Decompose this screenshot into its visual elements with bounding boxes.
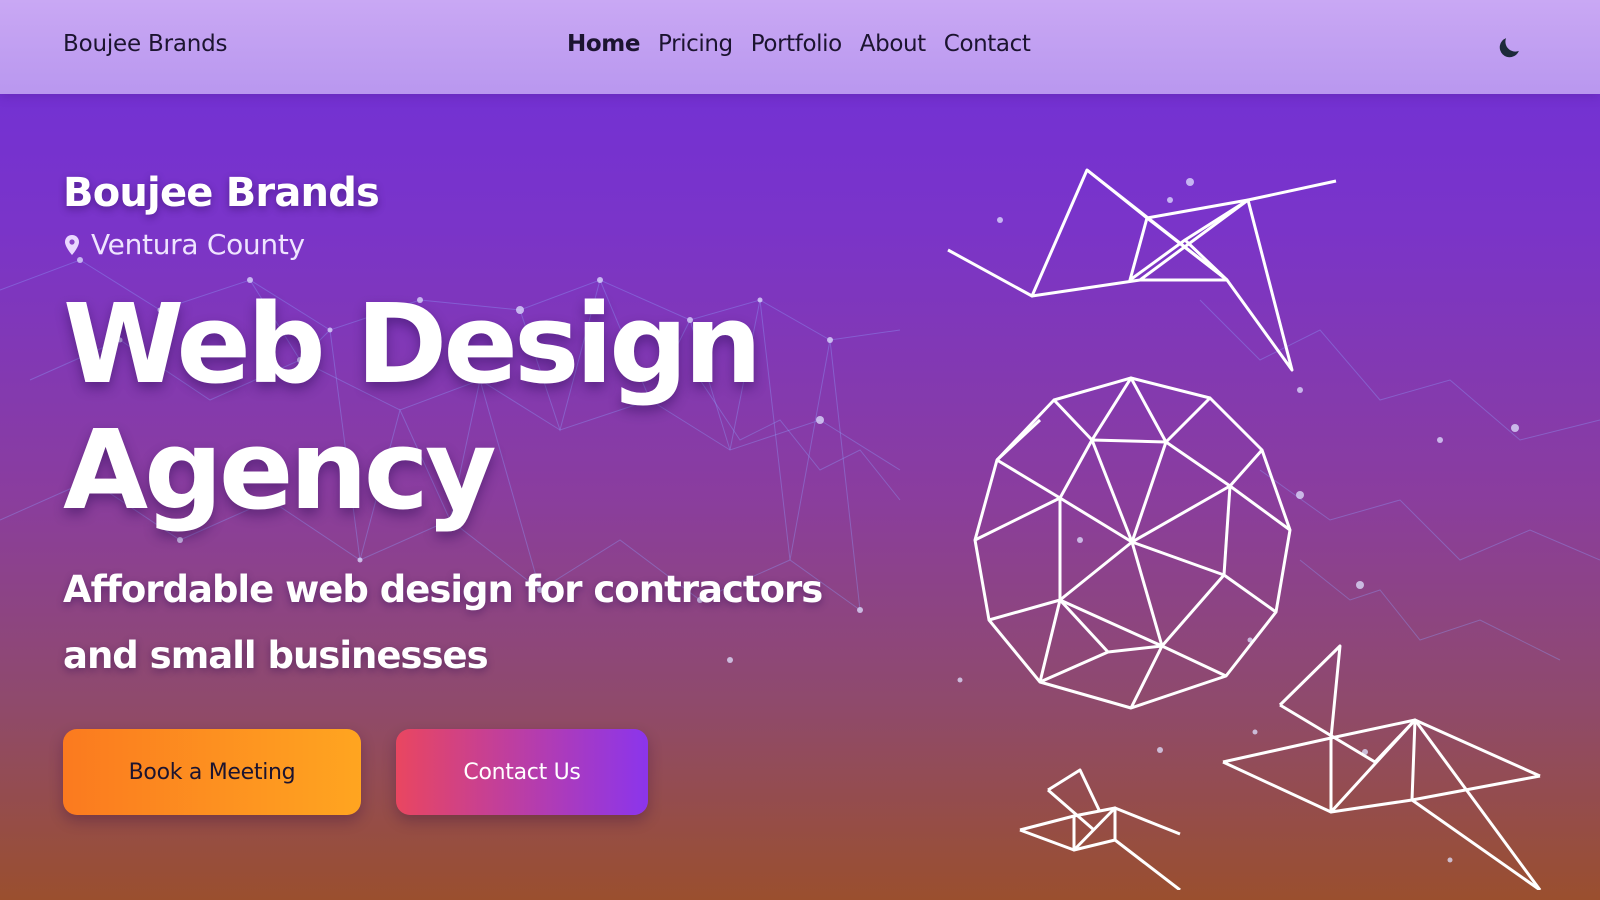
wireframe-illustration: [947, 168, 1542, 890]
contact-us-button[interactable]: Contact Us: [396, 729, 648, 815]
location: Ventura County: [63, 228, 822, 261]
nav-item-pricing: Pricing: [658, 31, 733, 57]
nav-item-about: About: [860, 31, 926, 57]
hero-section: Boujee Brands Ventura County Web Design …: [63, 170, 823, 815]
headline-line-1: Web Design: [63, 280, 762, 408]
nav-link-pricing[interactable]: Pricing: [658, 31, 733, 57]
location-text: Ventura County: [91, 228, 305, 261]
moon-icon: [1499, 38, 1519, 58]
headline-line-2: Agency: [63, 406, 497, 534]
map-pin-icon: [65, 234, 79, 255]
nav-link-portfolio[interactable]: Portfolio: [751, 31, 842, 57]
origami-bird-small-icon: [1019, 768, 1181, 890]
hero-headline: Web Design Agency: [63, 281, 822, 533]
nav-link-about[interactable]: About: [860, 31, 926, 57]
navbar: Boujee Brands Home Pricing Portfolio Abo…: [0, 0, 1600, 94]
nav-links: Home Pricing Portfolio About Contact: [567, 31, 1031, 57]
theme-toggle-button[interactable]: [1494, 34, 1524, 64]
nav-link-contact[interactable]: Contact: [944, 31, 1031, 57]
nav-item-portfolio: Portfolio: [751, 31, 842, 57]
nav-item-home: Home: [567, 31, 640, 57]
origami-bird-top-icon: [947, 168, 1337, 372]
hero-subheadline: Affordable web design for contractors an…: [63, 557, 823, 689]
cta-row: Book a Meeting Contact Us: [63, 729, 822, 815]
book-meeting-button[interactable]: Book a Meeting: [63, 729, 361, 815]
nav-brand-link[interactable]: Boujee Brands: [63, 31, 228, 57]
origami-bird-bottom-right-icon: [1222, 644, 1542, 890]
subheadline-line-2: and small businesses: [63, 634, 489, 677]
subheadline-line-1: Affordable web design for contractors: [63, 568, 823, 611]
nav-item-contact: Contact: [944, 31, 1031, 57]
nav-link-home[interactable]: Home: [567, 31, 640, 57]
hero-brand-name: Boujee Brands: [63, 170, 380, 216]
geodesic-sphere-icon: [973, 376, 1292, 710]
